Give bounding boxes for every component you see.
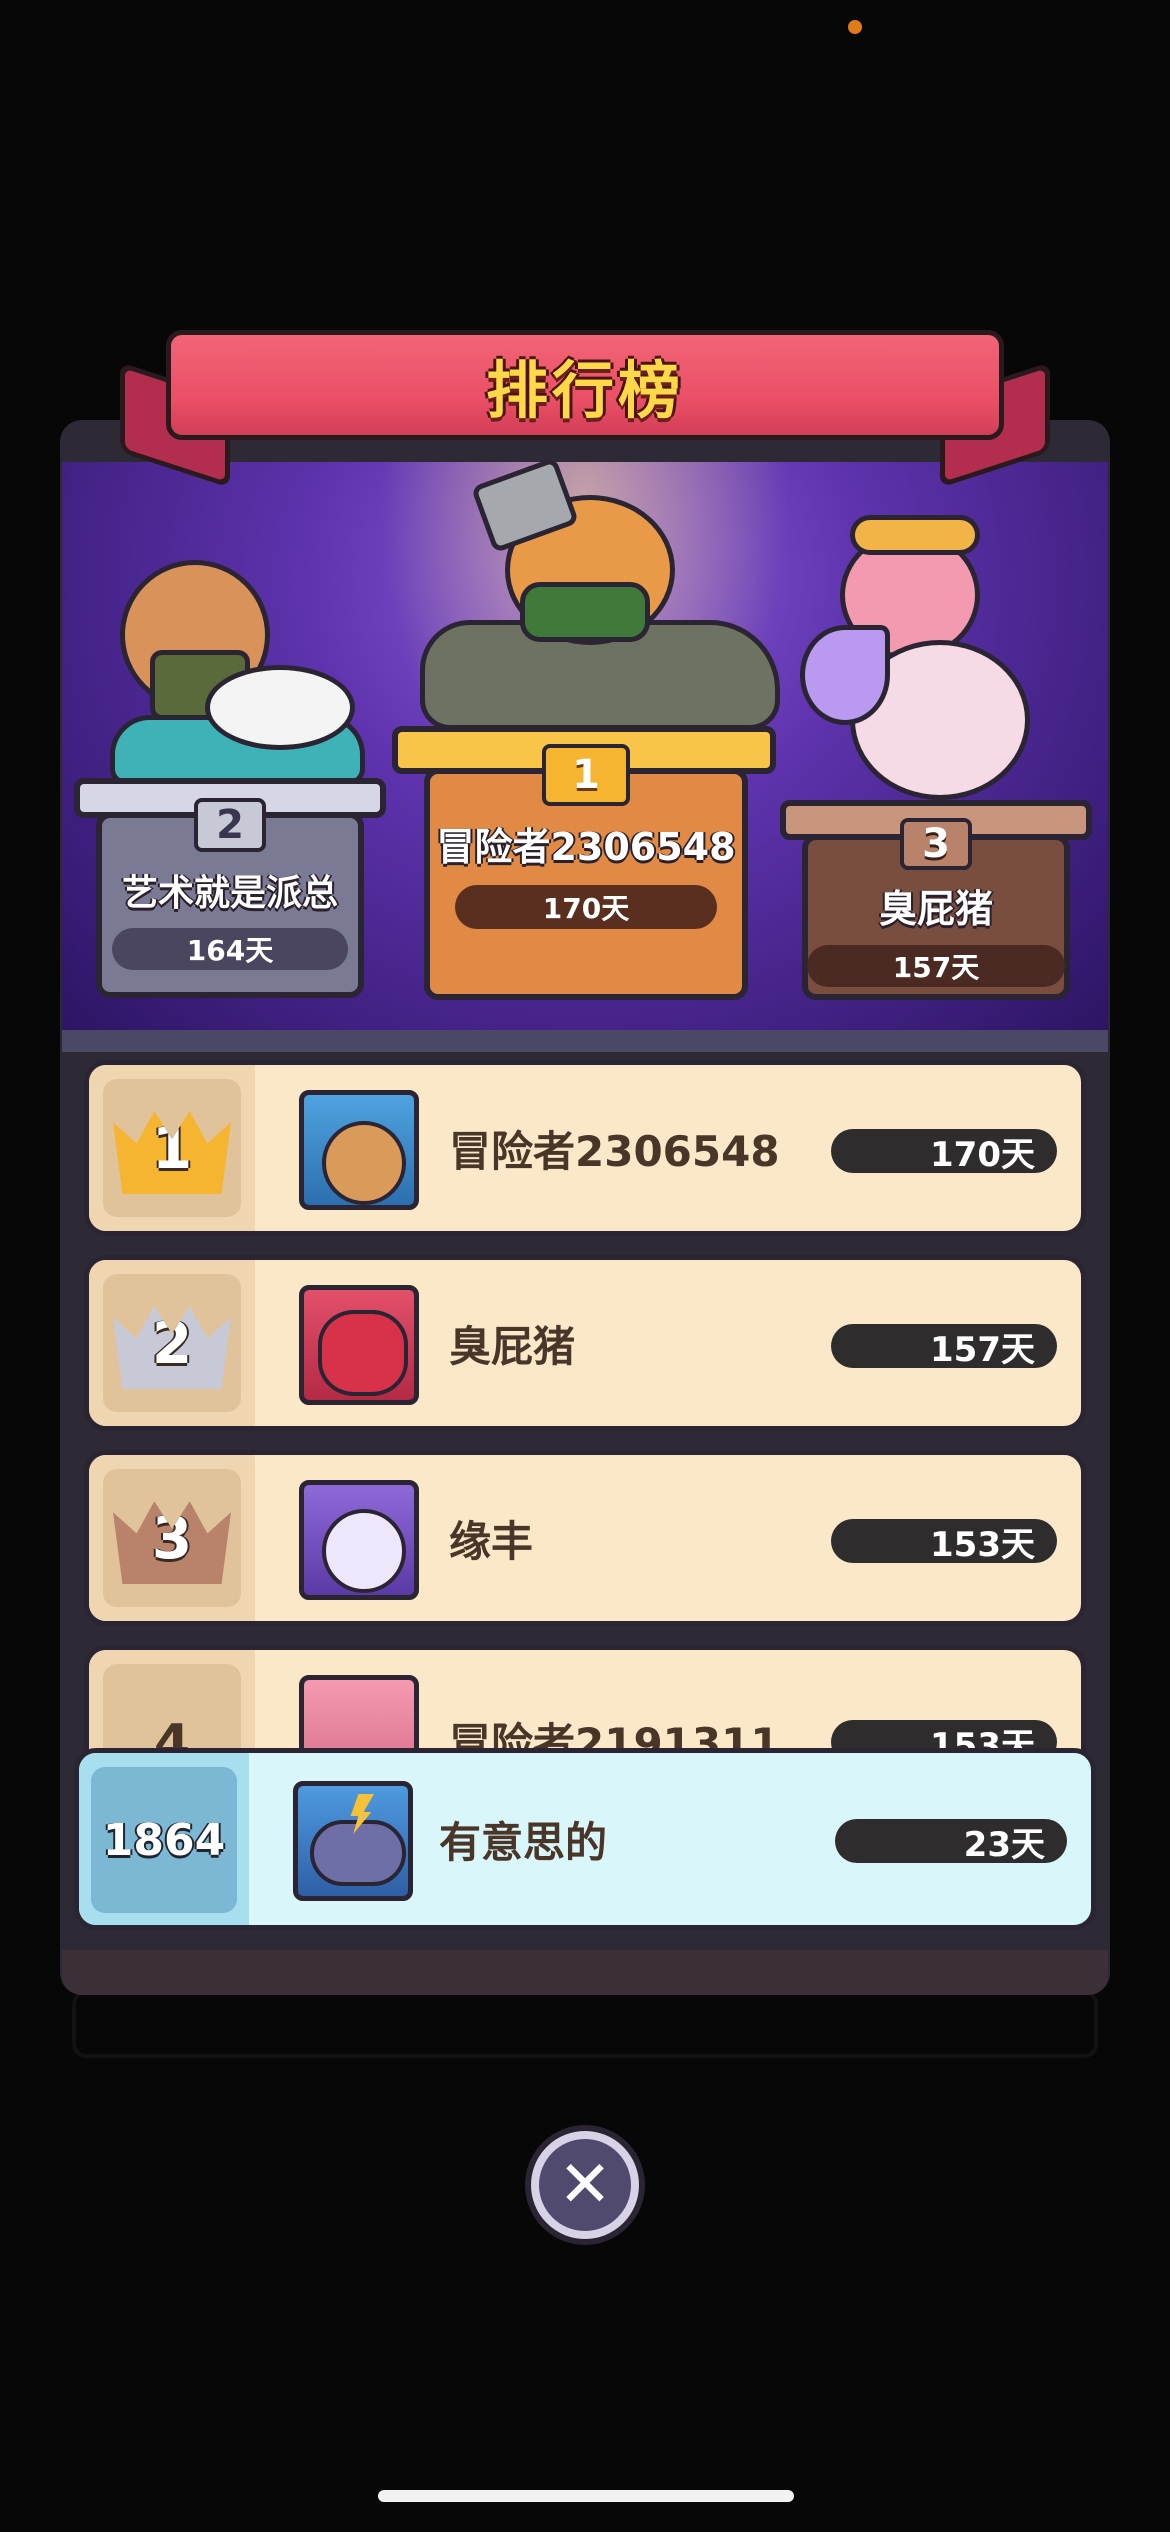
silver-crown-icon: 2 [113, 1306, 231, 1389]
snail-shell [205, 665, 355, 750]
straw-hat [850, 515, 980, 555]
close-icon: ✕ [539, 2139, 631, 2231]
second-place-pedestal: 2 艺术就是派总 164天 [96, 798, 364, 998]
my-player-name: 有意思的 [439, 1817, 608, 1867]
status-indicator-dot [848, 20, 862, 34]
second-place-rank-badge: 2 [194, 798, 266, 852]
my-rank-number: 1864 [91, 1767, 237, 1913]
header-ribbon: 排行榜 [166, 330, 1004, 440]
pig-avatar-icon [299, 1675, 419, 1755]
second-place-name: 艺术就是派总 [121, 873, 338, 914]
first-place-scarf [520, 582, 650, 642]
third-place-pedestal: 3 臭屁猪 157天 [802, 818, 1070, 1000]
table-row[interactable]: 2 臭屁猪 157天 [84, 1255, 1086, 1431]
first-place-pedestal: 1 冒险者2306548 170天 [424, 744, 748, 1000]
gold-crown-icon: 1 [113, 1111, 231, 1194]
rank-crown-box: 2 [103, 1274, 241, 1412]
first-place-rank-badge: 1 [542, 744, 630, 806]
my-days: 23天 [835, 1819, 1067, 1865]
rank-crown-box: 1 [103, 1079, 241, 1217]
third-place-days: 157天 [807, 945, 1065, 987]
row-days: 153天 [831, 1519, 1057, 1565]
mount-wings [800, 625, 890, 725]
storm-cloud-avatar-icon [293, 1781, 413, 1901]
red-dragon-avatar-icon [299, 1285, 419, 1405]
table-row[interactable]: 3 缘丰 153天 [84, 1450, 1086, 1626]
home-indicator[interactable] [378, 2490, 794, 2502]
table-row[interactable]: 4 冒险者2191311 153天 [84, 1645, 1086, 1755]
panel-footer [62, 1950, 1108, 1995]
bronze-crown-icon: 3 [113, 1501, 231, 1584]
third-place-rank-badge: 3 [900, 818, 972, 870]
podium-floor [62, 1030, 1108, 1052]
row-player-name: 臭屁猪 [449, 1321, 576, 1371]
close-button[interactable]: ✕ [525, 2125, 645, 2245]
page-title: 排行榜 [485, 354, 684, 427]
row-days: 157天 [831, 1324, 1057, 1370]
table-row[interactable]: 1 冒险者2306548 170天 [84, 1060, 1086, 1236]
purple-owl-avatar-icon [299, 1480, 419, 1600]
rank-box: 4 [103, 1664, 241, 1755]
row-player-name: 冒险者2306548 [449, 1126, 780, 1176]
first-place-days: 170天 [455, 885, 717, 929]
second-place-days: 164天 [112, 928, 348, 970]
row-player-name: 缘丰 [449, 1516, 534, 1566]
capybara-avatar-icon [299, 1090, 419, 1210]
third-place-name: 臭屁猪 [878, 887, 993, 931]
row-days: 170天 [831, 1129, 1057, 1175]
background-panel [72, 1990, 1098, 2058]
first-place-name: 冒险者2306548 [436, 825, 736, 869]
my-rank-row[interactable]: 1864 有意思的 23天 [74, 1748, 1096, 1930]
rank-crown-box: 3 [103, 1469, 241, 1607]
